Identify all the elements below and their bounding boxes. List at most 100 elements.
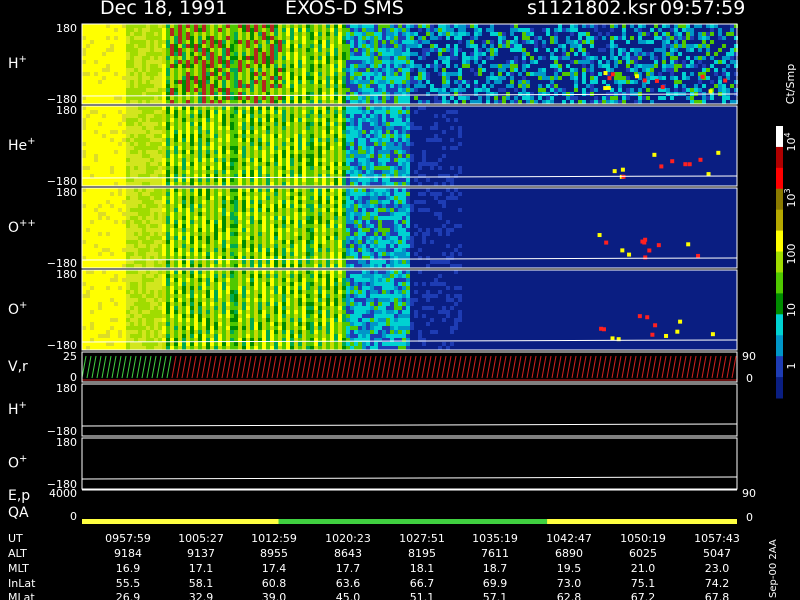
spectrogram-cell (190, 64, 194, 68)
spectrogram-cell (526, 36, 530, 40)
spectrogram-cell (346, 88, 350, 92)
spectrogram-cell (342, 154, 346, 158)
spectrogram-cell (382, 100, 386, 104)
spectrogram-cell (706, 24, 710, 28)
spectrogram-cell (358, 170, 362, 174)
spectrogram-cell (174, 96, 178, 100)
spectrogram-cell (450, 72, 454, 76)
spectrogram-cell (306, 154, 310, 158)
spectrogram-cell (306, 24, 310, 28)
spectrogram-cell (206, 118, 210, 122)
spectrogram-cell (110, 216, 114, 220)
spectrogram-cell (142, 166, 146, 170)
spectrogram-cell (234, 100, 238, 104)
spectrogram-speck (660, 85, 665, 90)
spectrogram-cell (162, 68, 166, 72)
spectrogram-cell (666, 24, 670, 28)
spectrogram-cell (262, 170, 266, 174)
spectrogram-cell (154, 130, 158, 134)
spectrogram-cell (262, 122, 266, 126)
spectrogram-cell (110, 178, 114, 182)
spectrogram-cell (82, 208, 86, 212)
spectrogram-cell (230, 28, 234, 32)
spectrogram-cell (210, 240, 214, 244)
spectrogram-cell (370, 122, 374, 126)
spectrogram-cell (170, 166, 174, 170)
spectrogram-cell (178, 212, 182, 216)
spectrogram-cell (330, 68, 334, 72)
spectrogram-cell (702, 44, 706, 48)
spectrogram-cell (142, 252, 146, 256)
spectrogram-cell (82, 154, 86, 158)
spectrogram-cell (274, 80, 278, 84)
spectrogram-cell (574, 44, 578, 48)
spectrogram-cell (510, 32, 514, 36)
spectrogram-cell (122, 72, 126, 76)
spectrogram-cell (134, 88, 138, 92)
spectrogram-cell (434, 182, 438, 186)
spectrogram-cell (118, 224, 122, 228)
spectrogram-cell (126, 220, 130, 224)
spectrogram-cell (106, 28, 110, 32)
spectrogram-cell (202, 150, 206, 154)
spectrogram-cell (170, 68, 174, 72)
spectrogram-cell (390, 72, 394, 76)
spectrogram-cell (194, 154, 198, 158)
spectrogram-cell (206, 240, 210, 244)
spectrogram-cell (326, 114, 330, 118)
spectrogram-cell (214, 200, 218, 204)
spectrogram-cell (94, 32, 98, 36)
spectrogram-cell (258, 110, 262, 114)
spectrogram-cell (358, 68, 362, 72)
spectrogram-cell (406, 130, 410, 134)
spectrogram-cell (190, 224, 194, 228)
spectrogram-cell (250, 96, 254, 100)
spectrogram-cell (130, 114, 134, 118)
spectrogram-cell (234, 130, 238, 134)
spectrogram-cell (266, 134, 270, 138)
spectrogram-cell (190, 56, 194, 60)
spectrogram-cell (94, 28, 98, 32)
spectrogram-cell (206, 158, 210, 162)
spectrogram-cell (226, 100, 230, 104)
spectrogram-cell (458, 96, 462, 100)
spectrogram-cell (702, 40, 706, 44)
spectrogram-cell (142, 162, 146, 166)
spectrogram-cell (186, 122, 190, 126)
spectrogram-cell (514, 44, 518, 48)
spectrogram-cell (386, 68, 390, 72)
spectrogram-cell (266, 88, 270, 92)
spectrogram-cell (394, 182, 398, 186)
spectrogram-cell (370, 110, 374, 114)
spectrogram-cell (294, 138, 298, 142)
spectrogram-cell (582, 72, 586, 76)
spectrogram-cell (474, 88, 478, 92)
spectrogram-cell (334, 32, 338, 36)
spectrogram-cell (266, 44, 270, 48)
spectrogram-cell (298, 154, 302, 158)
spectrogram-cell (378, 84, 382, 88)
spectrogram-cell (226, 142, 230, 146)
spectrogram-cell (106, 232, 110, 236)
spectrogram-cell (178, 208, 182, 212)
spectrogram-cell (182, 32, 186, 36)
spectrogram-cell (682, 60, 686, 64)
spectrogram-cell (294, 24, 298, 28)
spectrogram-cell (394, 28, 398, 32)
spectrogram-cell (682, 44, 686, 48)
spectrogram-cell (354, 32, 358, 36)
spectrogram-cell (166, 96, 170, 100)
spectrogram-cell (566, 36, 570, 40)
spectrogram-cell (322, 154, 326, 158)
spectrogram-cell (106, 158, 110, 162)
spectrogram-cell (582, 76, 586, 80)
spectrogram-cell (342, 48, 346, 52)
spectrogram-cell (122, 40, 126, 44)
spectrogram-cell (390, 52, 394, 56)
spectrogram-cell (370, 182, 374, 186)
spectrogram-cell (306, 68, 310, 72)
spectrogram-cell (206, 24, 210, 28)
spectrogram-cell (182, 80, 186, 84)
spectrogram-cell (246, 162, 250, 166)
spectrogram-cell (334, 134, 338, 138)
